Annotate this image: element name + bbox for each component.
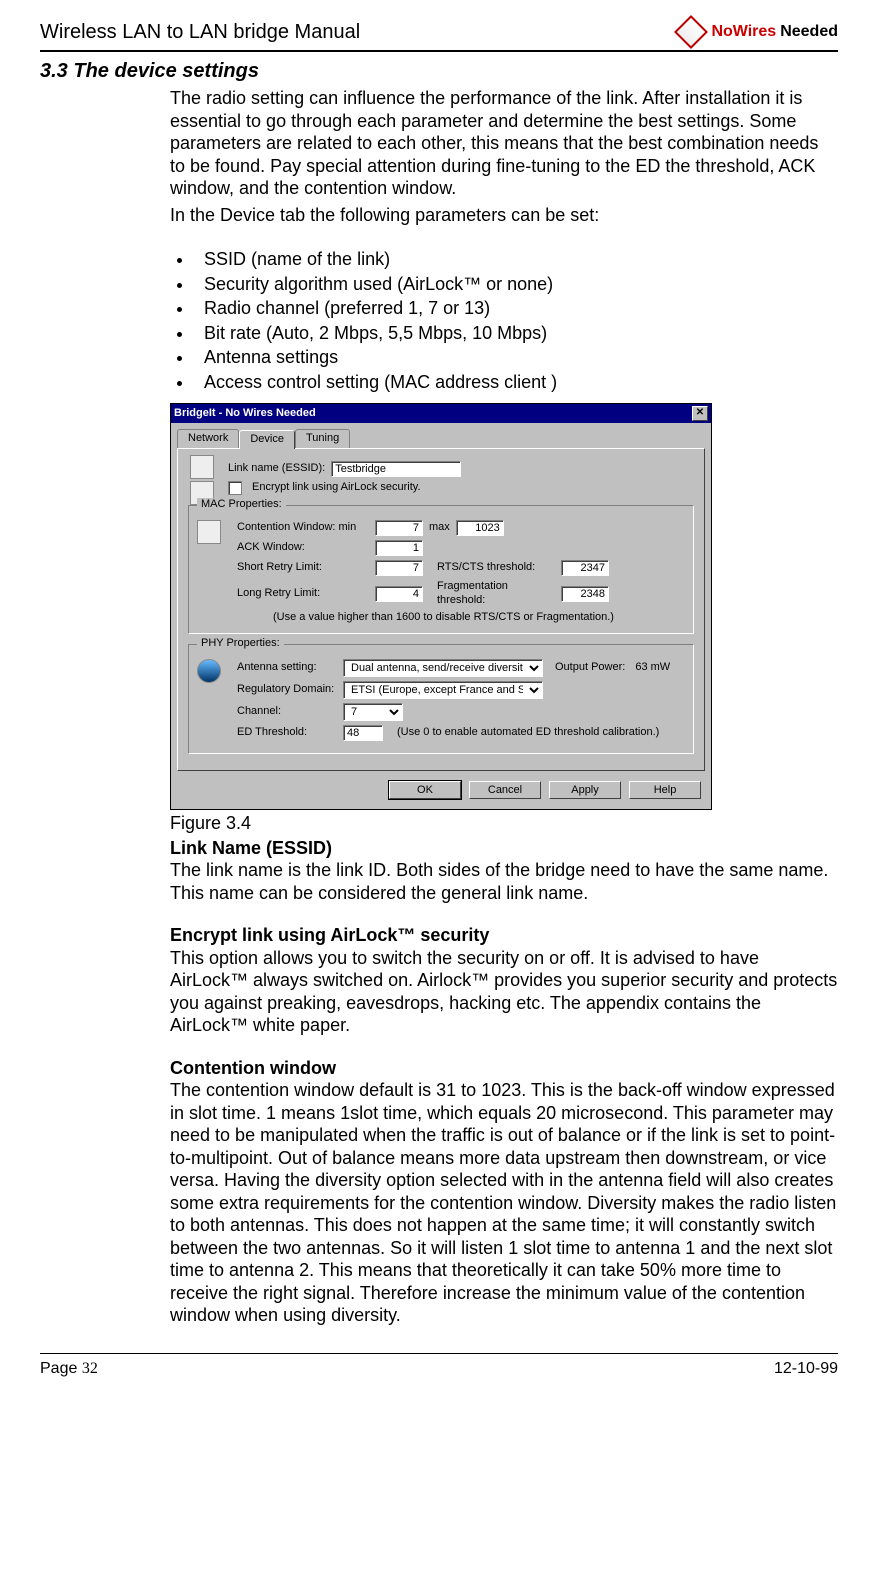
- mac-properties-group: MAC Properties: Contention Window: min m…: [188, 505, 694, 634]
- encrypt-checkbox[interactable]: [228, 481, 242, 495]
- cw-max-input[interactable]: [456, 520, 504, 536]
- short-retry-input[interactable]: [375, 560, 423, 576]
- phy-properties-group: PHY Properties: Antenna setting: Dual an…: [188, 644, 694, 754]
- ok-button[interactable]: OK: [389, 781, 461, 799]
- figure-caption: Figure 3.4: [170, 812, 838, 835]
- list-item: Security algorithm used (AirLock™ or non…: [194, 273, 838, 296]
- antenna-select[interactable]: Dual antenna, send/receive diversity: [343, 659, 543, 677]
- cw-label: Contention Window: min: [237, 521, 369, 535]
- rts-input[interactable]: [561, 560, 609, 576]
- section-heading: 3.3 The device settings: [40, 60, 838, 83]
- logo-diamond-icon: [674, 15, 708, 49]
- tab-network[interactable]: Network: [177, 429, 239, 448]
- ack-label: ACK Window:: [237, 541, 369, 555]
- sub3-body: The contention window default is 31 to 1…: [170, 1079, 838, 1327]
- list-item: Radio channel (preferred 1, 7 or 13): [194, 297, 838, 320]
- cw-max-label: max: [429, 521, 450, 535]
- list-item: Bit rate (Auto, 2 Mbps, 5,5 Mbps, 10 Mbp…: [194, 322, 838, 345]
- long-retry-label: Long Retry Limit:: [237, 587, 369, 601]
- monitor-icon: [190, 455, 214, 479]
- device-icon: [197, 520, 221, 544]
- sub3-heading: Contention window: [170, 1057, 838, 1080]
- intro-paragraph-2: In the Device tab the following paramete…: [170, 204, 838, 227]
- channel-select[interactable]: 7: [343, 703, 403, 721]
- dialog-window: BridgeIt - No Wires Needed ✕ Network Dev…: [170, 403, 712, 810]
- frag-input[interactable]: [561, 586, 609, 602]
- rts-label: RTS/CTS threshold:: [437, 561, 555, 575]
- tab-device[interactable]: Device: [239, 430, 295, 449]
- short-retry-label: Short Retry Limit:: [237, 561, 369, 575]
- frag-label: Fragmentation threshold:: [437, 580, 555, 608]
- doc-title: Wireless LAN to LAN bridge Manual: [40, 21, 360, 44]
- ed-threshold-note: (Use 0 to enable automated ED threshold …: [397, 726, 659, 740]
- footer-date: 12-10-99: [774, 1360, 838, 1378]
- help-button[interactable]: Help: [629, 781, 701, 799]
- mac-note: (Use a value higher than 1600 to disable…: [273, 611, 685, 625]
- list-item: Antenna settings: [194, 346, 838, 369]
- ed-threshold-input[interactable]: [343, 725, 383, 741]
- list-item: SSID (name of the link): [194, 248, 838, 271]
- mac-group-legend: MAC Properties:: [197, 498, 286, 512]
- output-power-value: 63 mW: [635, 661, 670, 675]
- cancel-button[interactable]: Cancel: [469, 781, 541, 799]
- sub2-heading: Encrypt link using AirLock™ security: [170, 924, 838, 947]
- apply-button[interactable]: Apply: [549, 781, 621, 799]
- sub1-heading: Link Name (ESSID): [170, 837, 838, 860]
- intro-paragraph-1: The radio setting can influence the perf…: [170, 87, 838, 200]
- footer-rule: [40, 1353, 838, 1354]
- dialog-title: BridgeIt - No Wires Needed: [174, 407, 316, 421]
- ack-input[interactable]: [375, 540, 423, 556]
- output-power-label: Output Power:: [555, 661, 625, 675]
- link-name-label: Link name (ESSID):: [228, 462, 325, 476]
- encrypt-label: Encrypt link using AirLock security.: [252, 481, 421, 495]
- ed-threshold-label: ED Threshold:: [237, 726, 337, 740]
- header-rule: [40, 50, 838, 52]
- channel-label: Channel:: [237, 705, 337, 719]
- close-icon[interactable]: ✕: [692, 406, 708, 421]
- reg-domain-select[interactable]: ETSI (Europe, except France and Spain): [343, 681, 543, 699]
- sub2-body: This option allows you to switch the sec…: [170, 947, 838, 1037]
- phy-group-legend: PHY Properties:: [197, 637, 284, 651]
- logo-text-black: Needed: [780, 23, 838, 41]
- logo-text-red: NoWires: [711, 23, 776, 41]
- cw-min-input[interactable]: [375, 520, 423, 536]
- sub1-body: The link name is the link ID. Both sides…: [170, 859, 838, 904]
- tab-tuning[interactable]: Tuning: [295, 429, 350, 448]
- link-name-input[interactable]: [331, 461, 461, 477]
- logo: NoWiresNeeded: [679, 20, 838, 44]
- globe-icon: [197, 659, 221, 683]
- dialog-titlebar: BridgeIt - No Wires Needed ✕: [171, 404, 711, 423]
- parameter-list: SSID (name of the link) Security algorit…: [170, 248, 838, 393]
- list-item: Access control setting (MAC address clie…: [194, 371, 838, 394]
- antenna-label: Antenna setting:: [237, 661, 337, 675]
- reg-domain-label: Regulatory Domain:: [237, 683, 337, 697]
- page-number: Page 32: [40, 1360, 98, 1378]
- long-retry-input[interactable]: [375, 586, 423, 602]
